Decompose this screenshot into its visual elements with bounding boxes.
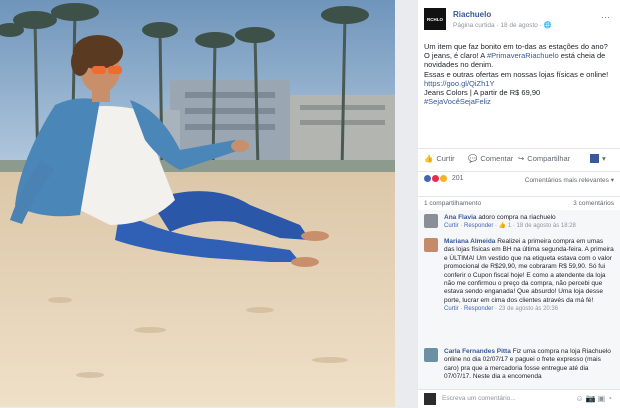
post-text-offer: Essas e outras ofertas em nossas lojas f… <box>424 69 609 79</box>
comment-button[interactable]: 💬 Comentar <box>468 154 513 163</box>
more-options-button[interactable]: ··· <box>601 12 610 22</box>
comment-like-link[interactable]: Curtir <box>444 306 459 312</box>
hashtag-link-seja[interactable]: #SejaVocêSejaFeliz <box>424 97 491 106</box>
globe-icon: 🌐 <box>543 22 552 29</box>
thumbs-up-icon: 👍 <box>424 154 434 163</box>
avatar[interactable] <box>424 238 438 252</box>
comment-text: Realizei a primeira compra em umas das l… <box>444 238 614 304</box>
page-logo-text: RCHLO <box>427 16 443 22</box>
comment-icon: 💬 <box>468 154 478 163</box>
write-comment-box: Escreva um comentário... ☺📷▣◔ <box>418 389 620 408</box>
post-url-link[interactable]: https://goo.gl/QiZh1Y <box>424 79 494 88</box>
gif-icon[interactable]: ▣ <box>598 394 608 403</box>
love-reaction-icon <box>431 175 439 182</box>
post-side-panel: RCHLO Riachuelo Página curtida · 18 de a… <box>418 0 620 408</box>
comment-item: Mariana Almeida Realizei a primeira comp… <box>424 238 614 348</box>
avatar[interactable] <box>424 214 438 228</box>
hashtag-link-primavera[interactable]: #PrimaveraRiachuelo <box>487 51 559 60</box>
photo-illustration <box>0 0 395 407</box>
comment-item: Ana Flavia adoro compra na riachuelo Cur… <box>424 214 614 236</box>
comment-text: adoro compra na riachuelo <box>476 214 556 221</box>
post-photo[interactable] <box>0 0 395 407</box>
reactions-count: 201 <box>451 175 464 182</box>
like-label: Curtir <box>436 154 455 163</box>
avatar <box>424 393 436 405</box>
comment-input[interactable]: Escreva um comentário... <box>442 395 516 402</box>
chevron-down-icon: ▾ <box>602 154 606 163</box>
comment-meta: Curtir · Responder · 23 de agosto às 20:… <box>444 306 559 313</box>
post-subtitle-text: Página curtida · 18 de agosto · <box>453 22 544 29</box>
comment-author-link[interactable]: Carla Fernandes Pitta <box>444 348 511 355</box>
comment-input-icons: ☺📷▣◔ <box>575 394 614 403</box>
page-logo[interactable]: RCHLO <box>424 8 446 30</box>
comments-count-link[interactable]: 3 comentários <box>573 200 614 207</box>
share-button[interactable]: ↪ Compartilhar <box>518 154 570 163</box>
wow-reaction-icon <box>439 175 447 182</box>
emoji-icon[interactable]: ☺ <box>575 394 585 403</box>
sticker-icon[interactable]: ◔ <box>607 394 614 403</box>
like-button[interactable]: 👍 Curtir <box>424 154 455 163</box>
shares-row: 1 compartilhamento 3 comentários <box>418 196 620 209</box>
comment-reply-link[interactable]: Responder <box>464 223 493 229</box>
share-icon: ↪ <box>518 154 525 163</box>
comment-body: Ana Flavia adoro compra na riachuelo Cur… <box>444 214 614 231</box>
camera-icon[interactable]: 📷 <box>586 394 598 403</box>
comments-list: Ana Flavia adoro compra na riachuelo Cur… <box>418 210 620 390</box>
post-actions-bar: 👍 Curtir 💬 Comentar ↪ Compartilhar ▾ <box>418 148 620 172</box>
post-as-selector[interactable]: ▾ <box>590 154 606 163</box>
comment-reply-link[interactable]: Responder <box>464 306 493 312</box>
like-reaction-icon <box>424 175 431 182</box>
page-name-link[interactable]: Riachuelo <box>453 10 491 19</box>
comment-label: Comentar <box>480 154 514 163</box>
comment-author-link[interactable]: Mariana Almeida <box>444 238 495 245</box>
comment-like-link[interactable]: Curtir <box>444 223 459 229</box>
comment-body: Carla Fernandes Pitta Fiz uma compra na … <box>444 348 614 382</box>
post-price-line: Jeans Colors | A partir de R$ 69,90 <box>424 88 541 98</box>
comment-author-link[interactable]: Ana Flavia <box>444 214 477 221</box>
comment-meta-text: · 👍 1 · 18 de agosto às 18:28 <box>493 223 576 230</box>
comment-sort-dropdown[interactable]: Comentários mais relevantes ▾ <box>525 176 614 184</box>
shares-count-link[interactable]: 1 compartilhamento <box>424 200 481 207</box>
comment-item: Carla Fernandes Pitta Fiz uma compra na … <box>424 348 614 390</box>
comment-body: Mariana Almeida Realizei a primeira comp… <box>444 238 614 314</box>
post-text: Um item que faz bonito em to-das as esta… <box>424 42 612 106</box>
post-subtitle: Página curtida · 18 de agosto · 🌐 <box>453 21 552 29</box>
reactions-summary[interactable]: 201 Comentários mais relevantes ▾ <box>424 175 614 187</box>
avatar-mini-icon <box>590 154 599 163</box>
post-header: RCHLO Riachuelo Página curtida · 18 de a… <box>424 8 614 34</box>
comment-meta-text: · 23 de agosto às 20:36 <box>493 306 559 313</box>
comment-meta: Curtir · Responder · 👍 1 · 18 de agosto … <box>444 223 576 230</box>
share-label: Compartilhar <box>527 154 571 163</box>
avatar[interactable] <box>424 348 438 362</box>
